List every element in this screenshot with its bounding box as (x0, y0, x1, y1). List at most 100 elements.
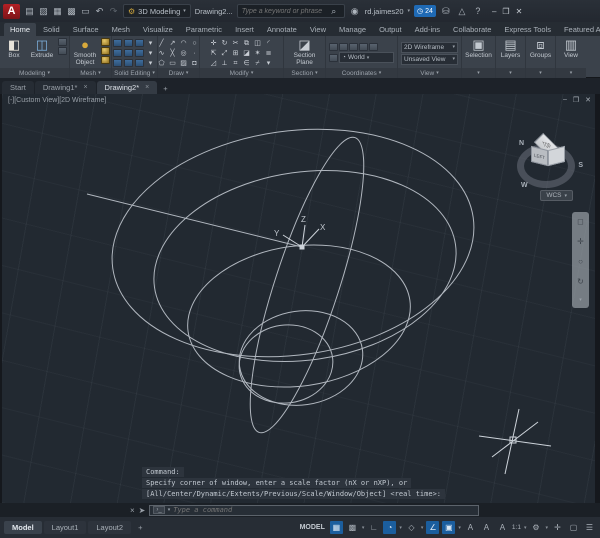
signed-in-user[interactable]: rd.jaimes20 (365, 7, 404, 16)
tab-collaborate[interactable]: Collaborate (447, 23, 497, 36)
save-icon[interactable]: ▦ (52, 6, 63, 17)
panel-solid-editing-label[interactable]: Solid Editing▾ (112, 68, 157, 78)
model-space-toggle[interactable]: MODEL (300, 524, 325, 531)
align-icon[interactable]: ⟂ (220, 59, 229, 67)
ucs-face-icon[interactable] (349, 43, 358, 51)
isodraft-icon[interactable]: ◇ (405, 521, 418, 534)
trim-icon[interactable]: ✂ (231, 39, 240, 47)
search-input[interactable] (242, 8, 328, 15)
tab-layout1[interactable]: Layout1 (44, 521, 87, 534)
region-icon[interactable]: ◘ (190, 59, 199, 67)
close-icon[interactable]: × (145, 84, 149, 91)
presspull-icon[interactable] (58, 47, 67, 55)
break-icon[interactable]: ⌿ (253, 59, 262, 67)
tab-express-tools[interactable]: Express Tools (498, 23, 557, 36)
trial-countdown-badge[interactable]: ◷ 24 (414, 5, 436, 17)
isodraft-chevron-icon[interactable]: ▾ (421, 525, 424, 531)
tab-addins[interactable]: Add-ins (409, 23, 446, 36)
drawing-canvas[interactable]: [-][Custom View][2D Wireframe] – ❐ ✕ (0, 94, 600, 503)
full-nav-wheel-icon[interactable]: ◻ (577, 217, 584, 226)
layers-button[interactable]: ▤ Layers (497, 38, 524, 60)
rectangle-icon[interactable]: ▭ (168, 59, 177, 67)
extrude-button[interactable]: ◫ Extrude (28, 38, 56, 60)
panel-section-label[interactable]: Section▾ (284, 68, 325, 78)
measure-icon[interactable]: ⌗ (231, 59, 240, 67)
panel-modeling-label[interactable]: Modeling▾ (0, 68, 69, 78)
smooth-object-button[interactable]: ● Smooth Object (71, 38, 99, 67)
hatch-icon[interactable]: ▨ (179, 59, 188, 67)
tab-model[interactable]: Model (4, 521, 42, 534)
app-logo-icon[interactable]: A (3, 4, 20, 19)
pan-icon[interactable]: ✛ (577, 237, 584, 246)
viewcube-left-face[interactable]: LEFT (531, 146, 548, 166)
solid-dd1-icon[interactable]: ▾ (146, 39, 155, 47)
offset-icon[interactable]: ≣ (264, 49, 273, 57)
panel-selection-caret[interactable]: ▾ (462, 68, 495, 78)
mirror-icon[interactable]: ◫ (253, 39, 262, 47)
named-view-dropdown[interactable]: Unsaved View ▾ (401, 54, 458, 65)
command-input[interactable] (173, 506, 475, 514)
viewcube-cube[interactable]: TOP LEFT (531, 134, 565, 170)
file-tab-drawing2[interactable]: Drawing2*× (97, 81, 158, 94)
close-icon[interactable]: × (83, 84, 87, 91)
ucs-icon-btn[interactable] (329, 43, 338, 51)
viewcube-right-face[interactable] (548, 146, 565, 166)
app-store-cart-icon[interactable]: ⛁ (440, 6, 452, 17)
orbit-icon[interactable]: ↻ (577, 277, 584, 286)
box-button[interactable]: ◧ Box (2, 38, 26, 60)
taper-face-icon[interactable] (124, 59, 133, 67)
subtract-icon[interactable] (124, 39, 133, 47)
tab-insert[interactable]: Insert (229, 23, 260, 36)
panel-layers-caret[interactable]: ▾ (496, 68, 525, 78)
tab-visualize[interactable]: Visualize (137, 23, 179, 36)
mesh-smooth-more-icon[interactable] (101, 56, 110, 64)
polygon-icon[interactable]: ⬠ (157, 59, 166, 67)
customization-menu-icon[interactable]: ☰ (583, 521, 596, 534)
fillet-edge-icon[interactable] (113, 59, 122, 67)
polysolid-icon[interactable] (58, 38, 67, 46)
annotation-scale-icon[interactable]: A (496, 521, 509, 534)
tab-layout2[interactable]: Layout2 (88, 521, 131, 534)
line-icon[interactable]: ╱ (157, 39, 166, 47)
health-report-icon[interactable]: △ (456, 6, 468, 17)
osnap-tracking-icon[interactable]: ∠ (426, 521, 439, 534)
copy-icon[interactable]: ⧉ (242, 39, 251, 47)
recent-commands-icon[interactable]: ▾ (168, 507, 171, 513)
intersect-icon[interactable] (135, 39, 144, 47)
union-icon[interactable] (113, 39, 122, 47)
redo-icon[interactable]: ↷ (108, 6, 119, 17)
ucs-object-icon[interactable] (359, 43, 368, 51)
help-icon[interactable]: ? (472, 6, 484, 16)
move-icon[interactable]: ✛ (209, 39, 218, 47)
osnap-toggle-icon[interactable]: ▣ (442, 521, 455, 534)
xline-icon[interactable]: ╳ (168, 49, 177, 57)
compass-west[interactable]: W (521, 182, 528, 189)
annotation-autoscale-icon[interactable]: A (480, 521, 493, 534)
visual-style-dropdown[interactable]: 2D Wireframe ▾ (401, 42, 458, 53)
workspace-switcher[interactable]: ⚙ 3D Modeling ▾ (123, 4, 191, 18)
ucs-dropdown[interactable]: ◔ World ▾ (339, 52, 394, 63)
panel-modify-label[interactable]: Modify▾ (200, 68, 283, 78)
snap-chevron-icon[interactable]: ▾ (362, 525, 365, 531)
wcs-dropdown[interactable]: WCS ▾ (540, 190, 573, 201)
command-customize-icon[interactable]: ➤ (139, 506, 146, 515)
minimize-button[interactable]: – (492, 7, 496, 16)
panel-draw-label[interactable]: Draw▾ (158, 68, 199, 78)
file-tab-start[interactable]: Start (2, 81, 34, 94)
ucs-previous-icon[interactable] (339, 43, 348, 51)
navbar-more-icon[interactable]: ▾ (579, 297, 582, 303)
ellipse-icon[interactable]: ◎ (179, 49, 188, 57)
array-icon[interactable]: ⊞ (231, 49, 240, 57)
user-chevron-icon[interactable]: ▾ (408, 8, 411, 14)
tab-output[interactable]: Output (373, 23, 408, 36)
isolate-objects-icon[interactable]: ▢ (567, 521, 580, 534)
polar-tracking-icon[interactable]: ◔ (383, 521, 396, 534)
interfere-icon[interactable] (135, 49, 144, 57)
tab-surface[interactable]: Surface (67, 23, 105, 36)
command-prompt-icon[interactable]: ›_ (153, 506, 164, 514)
command-close-icon[interactable]: × (130, 506, 135, 515)
snap-toggle-icon[interactable]: ▩ (346, 521, 359, 534)
ucs-view-icon[interactable] (369, 43, 378, 51)
panel-view-label[interactable]: View▾ (398, 68, 461, 78)
modify-dd-icon[interactable]: ▾ (264, 59, 273, 67)
